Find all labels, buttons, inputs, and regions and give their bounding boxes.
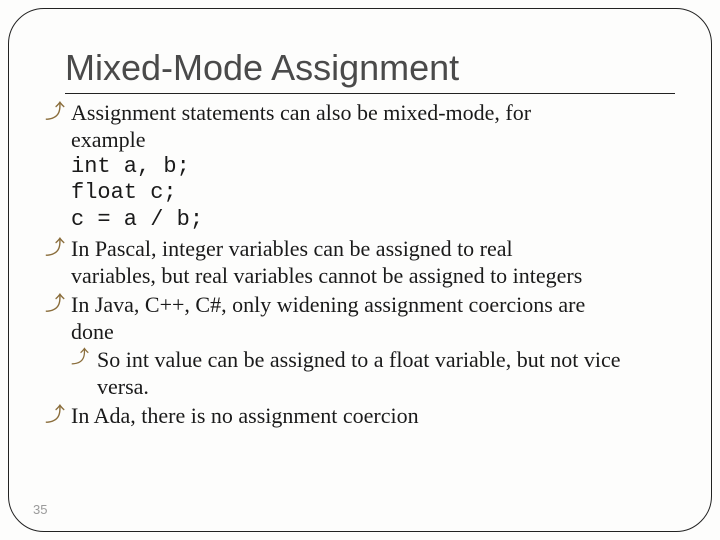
bullet-icon: ⤴ bbox=[71, 347, 89, 369]
bullet-text-cont: versa. bbox=[97, 374, 675, 401]
bullet-text: In Java, C++, C#, only widening assignme… bbox=[71, 292, 585, 317]
bullet-text: In Pascal, integer variables can be assi… bbox=[71, 236, 513, 261]
bullet-text-cont: example bbox=[71, 127, 675, 154]
bullet-text-cont: variables, but real variables cannot be … bbox=[71, 263, 675, 290]
bullet-icon: ⤴ bbox=[45, 403, 65, 427]
bullet-java-cpp-csharp: ⤴ In Java, C++, C#, only widening assign… bbox=[45, 292, 675, 319]
bullet-pascal: ⤴ In Pascal, integer variables can be as… bbox=[45, 236, 675, 263]
bullet-text: Assignment statements can also be mixed-… bbox=[71, 100, 531, 125]
slide-content: ⤴ Assignment statements can also be mixe… bbox=[45, 100, 675, 430]
bullet-icon: ⤴ bbox=[45, 236, 65, 260]
page-number: 35 bbox=[33, 502, 47, 517]
bullet-text: So int value can be assigned to a float … bbox=[97, 347, 621, 372]
bullet-ada: ⤴ In Ada, there is no assignment coercio… bbox=[45, 403, 675, 430]
bullet-text-cont: done bbox=[71, 319, 675, 346]
slide-title: Mixed-Mode Assignment bbox=[65, 47, 675, 94]
slide-frame: Mixed-Mode Assignment ⤴ Assignment state… bbox=[8, 8, 712, 532]
bullet-text: In Ada, there is no assignment coercion bbox=[71, 403, 419, 428]
code-line-2: float c; bbox=[71, 180, 675, 207]
bullet-assignment-mixed-mode: ⤴ Assignment statements can also be mixe… bbox=[45, 100, 675, 127]
subbullet-widening: ⤴ So int value can be assigned to a floa… bbox=[71, 347, 675, 374]
bullet-icon: ⤴ bbox=[45, 100, 65, 124]
code-line-3: c = a / b; bbox=[71, 207, 675, 234]
bullet-icon: ⤴ bbox=[45, 292, 65, 316]
code-line-1: int a, b; bbox=[71, 154, 675, 181]
